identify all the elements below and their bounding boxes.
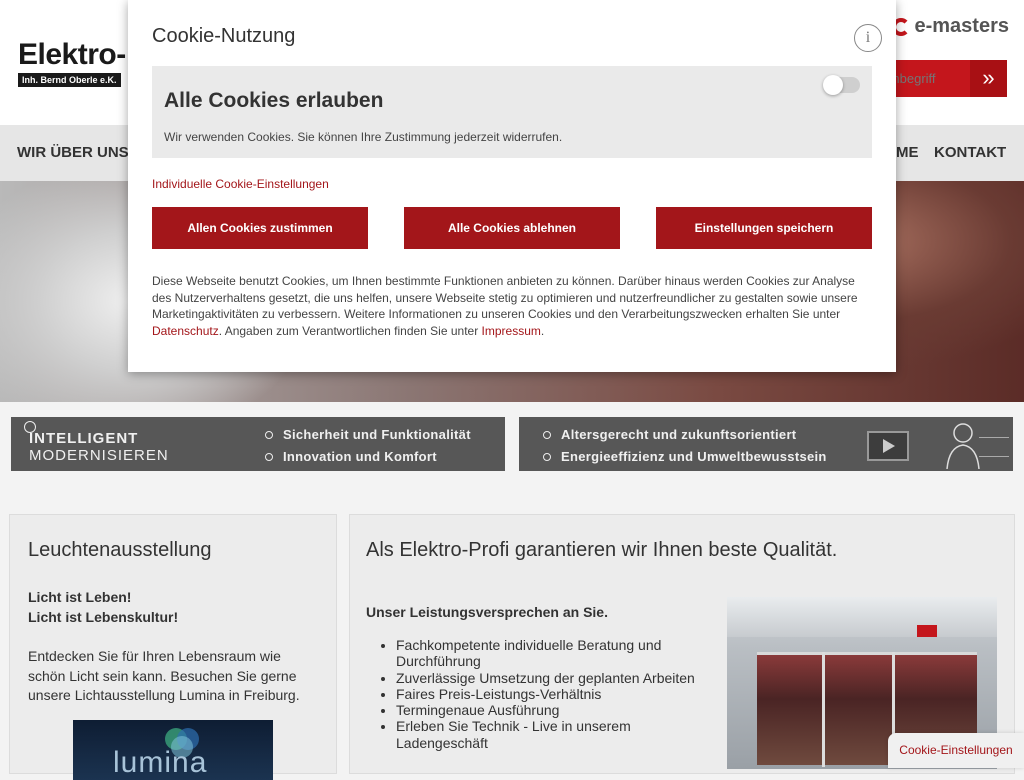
reject-all-button[interactable]: Alle Cookies ablehnen — [404, 207, 620, 249]
allow-all-title: Alle Cookies erlauben — [164, 89, 384, 112]
info-button[interactable]: i — [854, 24, 882, 52]
allow-all-toggle[interactable] — [823, 75, 860, 95]
privacy-link[interactable]: Datenschutz — [152, 324, 219, 338]
accept-all-button[interactable]: Allen Cookies zustimmen — [152, 207, 368, 249]
dialog-title: Cookie-Nutzung — [152, 25, 296, 47]
toggle-knob — [823, 75, 843, 95]
cookie-consent-dialog: Cookie-Nutzung i Alle Cookies erlauben W… — [128, 0, 896, 372]
imprint-link[interactable]: Impressum — [482, 324, 541, 338]
allow-all-section: Alle Cookies erlauben Wir verwenden Cook… — [152, 66, 872, 158]
info-text-part: . — [540, 323, 545, 338]
individual-settings-link[interactable]: Individuelle Cookie-Einstellungen — [152, 177, 329, 191]
info-text-part: Diese Webseite benutzt Cookies, um Ihnen… — [152, 274, 858, 322]
allow-all-description: Wir verwenden Cookies. Sie können Ihre Z… — [164, 130, 563, 144]
cookie-info-text: Diese Webseite benutzt Cookies, um Ihnen… — [152, 273, 872, 339]
info-text-part: . Angaben zum Verantwortlichen finden Si… — [218, 323, 482, 338]
info-icon: i — [865, 29, 871, 46]
save-settings-button[interactable]: Einstellungen speichern — [656, 207, 872, 249]
